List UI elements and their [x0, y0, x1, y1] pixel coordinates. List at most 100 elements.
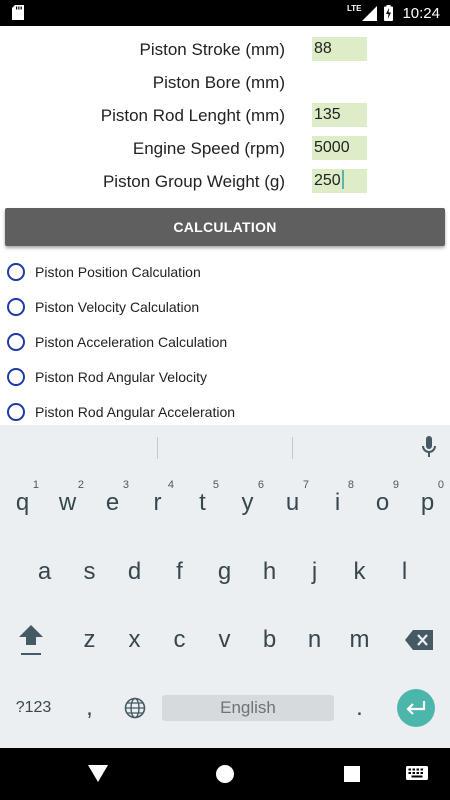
home-icon[interactable]	[216, 765, 234, 783]
key-letter: t	[199, 489, 206, 516]
signal-icon	[362, 5, 378, 21]
text-cursor	[341, 170, 344, 189]
backspace-key[interactable]	[396, 612, 441, 668]
key-hint: 8	[347, 479, 354, 491]
suggestion-strip	[0, 425, 450, 470]
language-key[interactable]	[112, 680, 157, 736]
key-letter: u	[285, 489, 300, 516]
key-hint: 4	[167, 479, 174, 491]
key-z[interactable]: z	[67, 612, 112, 668]
key-letter: y	[241, 489, 254, 516]
back-icon[interactable]	[88, 765, 108, 783]
status-bar: LTE 10:24	[0, 0, 450, 26]
key-v[interactable]: v	[202, 612, 247, 668]
radio-button[interactable]	[7, 403, 25, 421]
key-g[interactable]: g	[202, 544, 247, 600]
network-type: LTE	[346, 3, 362, 13]
key-b[interactable]: b	[247, 612, 292, 668]
key-f[interactable]: f	[157, 544, 202, 600]
sd-card-icon	[12, 5, 24, 20]
piston-stroke-label: Piston Stroke (mm)	[139, 40, 285, 59]
key-letter: o	[375, 489, 390, 516]
option-piston-acceleration[interactable]: Piston Acceleration Calculation	[0, 329, 450, 359]
key-letter: i	[334, 489, 341, 516]
option-piston-velocity[interactable]: Piston Velocity Calculation	[0, 294, 450, 324]
piston-bore-row: Piston Bore (mm)	[0, 70, 450, 96]
key-q[interactable]: q1	[0, 475, 45, 531]
enter-icon	[406, 701, 426, 715]
key-k[interactable]: k	[337, 544, 382, 600]
key-j[interactable]: j	[292, 544, 337, 600]
key-x[interactable]: x	[112, 612, 157, 668]
battery-charging-icon	[384, 5, 394, 21]
engine-speed-input[interactable]: 5000	[312, 136, 367, 160]
piston-group-weight-row: Piston Group Weight (g) 250	[0, 169, 450, 195]
key-letter: w	[58, 489, 77, 516]
recents-icon[interactable]	[344, 766, 360, 782]
key-e[interactable]: e3	[90, 475, 135, 531]
radio-button[interactable]	[7, 333, 25, 351]
backspace-icon	[404, 630, 433, 650]
piston-bore-label: Piston Bore (mm)	[152, 73, 285, 92]
shift-key[interactable]	[8, 612, 53, 668]
calculation-button[interactable]: CALCULATION	[5, 208, 445, 246]
piston-rod-length-input[interactable]: 135	[312, 103, 367, 127]
piston-stroke-input[interactable]: 88	[312, 37, 367, 61]
engine-speed-row: Engine Speed (rpm) 5000	[0, 136, 450, 162]
key-u[interactable]: u7	[270, 475, 315, 531]
option-piston-position[interactable]: Piston Position Calculation	[0, 259, 450, 289]
key-d[interactable]: d	[112, 544, 157, 600]
key-y[interactable]: y6	[225, 475, 270, 531]
key-hint: 6	[257, 479, 264, 491]
key-w[interactable]: w2	[45, 475, 90, 531]
key-letter: q	[15, 489, 30, 516]
key-t[interactable]: t5	[180, 475, 225, 531]
piston-group-weight-input[interactable]: 250	[312, 169, 367, 193]
key-s[interactable]: s	[67, 544, 112, 600]
piston-rod-length-row: Piston Rod Lenght (mm) 135	[0, 103, 450, 129]
symbols-key[interactable]: ?123	[11, 680, 56, 736]
radio-button[interactable]	[7, 263, 25, 281]
piston-group-weight-label: Piston Group Weight (g)	[102, 172, 285, 191]
key-m[interactable]: m	[337, 612, 382, 668]
key-h[interactable]: h	[247, 544, 292, 600]
key-a[interactable]: a	[22, 544, 67, 600]
radio-button[interactable]	[7, 298, 25, 316]
key-hint: 3	[122, 479, 129, 491]
suggestion-divider	[292, 437, 293, 459]
key-o[interactable]: o9	[360, 475, 405, 531]
key-hint: 2	[77, 479, 84, 491]
clock: 10:24	[402, 4, 440, 22]
key-c[interactable]: c	[157, 612, 202, 668]
soft-keyboard: q1 w2 e3 r4 t5 y6 u7 i8 o9 p0 a s d f g …	[0, 425, 450, 748]
option-rod-angular-velocity[interactable]: Piston Rod Angular Velocity	[0, 364, 450, 394]
piston-bore-input[interactable]	[312, 70, 367, 94]
engine-speed-label: Engine Speed (rpm)	[132, 139, 285, 158]
option-label: Piston Rod Angular Velocity	[35, 369, 207, 385]
key-letter: p	[420, 489, 435, 516]
key-n[interactable]: n	[292, 612, 337, 668]
radio-button[interactable]	[7, 368, 25, 386]
option-label: Piston Acceleration Calculation	[35, 334, 228, 350]
space-bar[interactable]: English	[162, 695, 334, 721]
key-letter: r	[153, 489, 162, 516]
microphone-icon[interactable]	[421, 436, 437, 458]
piston-group-weight-value: 250	[314, 172, 341, 189]
key-l[interactable]: l	[382, 544, 427, 600]
option-label: Piston Position Calculation	[35, 264, 201, 280]
key-r[interactable]: r4	[135, 475, 180, 531]
key-letter: e	[105, 489, 120, 516]
globe-icon	[124, 697, 145, 719]
period-key[interactable]: .	[337, 680, 382, 736]
option-label: Piston Velocity Calculation	[35, 299, 200, 315]
option-label: Piston Rod Angular Acceleration	[35, 404, 236, 420]
comma-key[interactable]: ,	[67, 680, 112, 736]
enter-key[interactable]	[397, 689, 435, 727]
key-hint: 5	[212, 479, 219, 491]
keyboard-switch-icon[interactable]	[406, 766, 428, 782]
key-p[interactable]: p0	[405, 475, 450, 531]
key-i[interactable]: i8	[315, 475, 360, 531]
key-hint: 1	[32, 479, 39, 491]
key-hint: 9	[392, 479, 399, 491]
key-hint: 7	[302, 479, 309, 491]
